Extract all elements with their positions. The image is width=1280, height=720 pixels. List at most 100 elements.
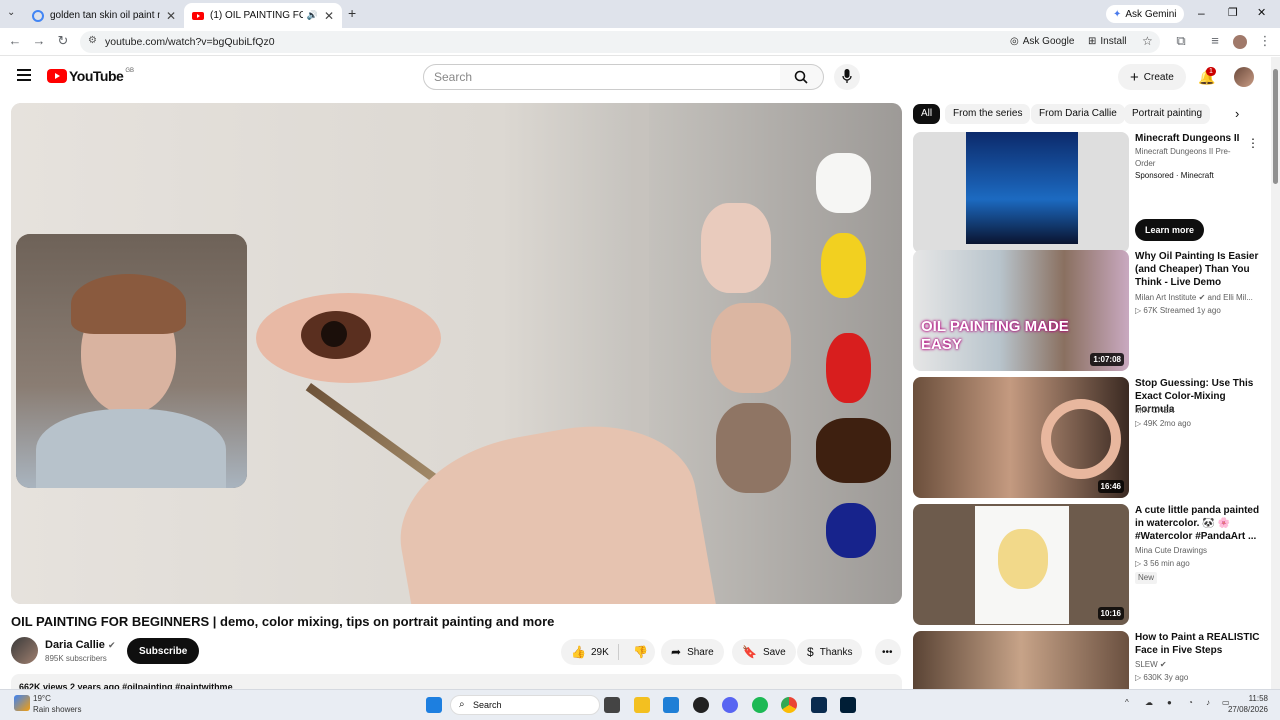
play-icon: ▷ — [1135, 559, 1142, 568]
menu-icon[interactable] — [17, 69, 31, 81]
video-stats: ▷ 3 56 min ago — [1135, 558, 1190, 570]
video-title[interactable]: Why Oil Painting Is Easier (and Cheaper)… — [1135, 250, 1260, 289]
video-thumbnail[interactable]: OIL PAINTING MADE EASY 1:07:08 — [913, 250, 1129, 371]
clock-time[interactable]: 11:58 — [1240, 694, 1268, 703]
back-icon[interactable]: ← — [6, 33, 24, 48]
chip-from-series[interactable]: From the series — [945, 104, 1031, 124]
close-tab-icon[interactable]: ✕ — [166, 9, 176, 23]
ask-gemini-button[interactable]: ✦ Ask Gemini — [1106, 5, 1184, 23]
channel-name[interactable]: Daria Callie ✔ — [45, 639, 116, 651]
maximize-icon[interactable]: ❐ — [1228, 6, 1238, 19]
search-button[interactable] — [780, 64, 824, 90]
search-input[interactable]: Search — [423, 64, 781, 90]
outlook-icon[interactable] — [663, 697, 679, 713]
task-view-icon[interactable] — [604, 697, 620, 713]
ask-google-chip[interactable]: ◎ Ask Google — [1010, 36, 1074, 47]
profile-avatar[interactable] — [1233, 35, 1247, 49]
onedrive-icon[interactable]: ☁ — [1145, 698, 1153, 707]
new-tab-button[interactable]: + — [348, 5, 356, 21]
subscribe-button[interactable]: Subscribe — [127, 638, 200, 664]
channel-avatar[interactable] — [11, 637, 38, 664]
like-button[interactable]: 👍 29K — [561, 644, 619, 660]
scrollbar-thumb[interactable] — [1273, 69, 1278, 184]
minimize-icon[interactable]: – — [1198, 6, 1205, 20]
site-info-icon[interactable]: ⚙ — [88, 35, 97, 46]
chip-from-channel[interactable]: From Daria Callie — [1031, 104, 1125, 124]
thanks-button[interactable]: $ Thanks — [797, 639, 863, 665]
install-chip[interactable]: ⊞ Install — [1088, 36, 1127, 47]
wifi-icon[interactable]: ◔ — [1188, 698, 1193, 707]
taskbar-search[interactable]: ⌕ Search — [450, 695, 600, 715]
audio-icon[interactable]: 🔊 — [307, 10, 318, 21]
like-dislike-group: 👍 29K 👎 — [561, 639, 655, 665]
paint-mix-dark — [716, 403, 791, 493]
voice-search-button[interactable] — [834, 64, 860, 90]
video-title[interactable]: A cute little panda painted in watercolo… — [1135, 504, 1260, 543]
tray-chevron-icon[interactable]: ^ — [1125, 698, 1129, 707]
chip-portrait-painting[interactable]: Portrait painting — [1124, 104, 1211, 124]
thumbnail-color-wheel — [1041, 399, 1121, 479]
extensions-icon[interactable]: ⧉ — [1172, 33, 1190, 49]
share-icon: ➦ — [671, 645, 682, 659]
tab-youtube[interactable]: (1) OIL PAINTING FOR BEGI 🔊 ✕ — [184, 3, 342, 28]
more-actions-button[interactable]: ••• — [875, 639, 901, 665]
ad-title[interactable]: Minecraft Dungeons II — [1135, 132, 1260, 145]
save-label: Save — [762, 646, 786, 658]
paint-yellow — [821, 233, 866, 298]
search-icon: ⌕ — [459, 699, 465, 710]
search-icon — [794, 70, 808, 84]
thumbnail-overlay-text: OIL PAINTING MADE EASY — [921, 318, 1069, 353]
youtube-logo-icon — [47, 69, 67, 83]
paint-red — [826, 333, 871, 403]
channel-text: Milan Art Institute — [1135, 293, 1197, 302]
learn-more-button[interactable]: Learn more — [1135, 219, 1205, 241]
verified-icon: ✔ — [1159, 660, 1167, 669]
chip-all[interactable]: All — [913, 104, 941, 124]
photoshop-icon[interactable] — [840, 697, 856, 713]
ad-thumbnail[interactable] — [913, 132, 1129, 253]
play-icon: ▷ — [1135, 673, 1142, 682]
weather-icon[interactable] — [14, 695, 30, 711]
account-avatar[interactable] — [1234, 67, 1254, 87]
lightroom-icon[interactable] — [811, 697, 827, 713]
close-window-icon[interactable]: ✕ — [1257, 6, 1266, 19]
tab-search-results[interactable]: golden tan skin oil paint mixing ✕ — [24, 3, 184, 28]
video-thumbnail[interactable]: 16:46 — [913, 377, 1129, 498]
video-thumbnail[interactable]: 10:16 — [913, 504, 1129, 625]
video-player[interactable] — [11, 103, 902, 604]
dislike-button[interactable]: 👎 — [625, 645, 648, 659]
chrome-menu-icon[interactable]: ⋮ — [1256, 33, 1274, 49]
windows-start-icon[interactable] — [426, 697, 442, 713]
create-button[interactable]: + Create — [1118, 64, 1186, 90]
spotify-icon[interactable] — [752, 697, 768, 713]
file-explorer-icon[interactable] — [634, 697, 650, 713]
share-button[interactable]: ➦ Share — [661, 639, 724, 665]
clock-date[interactable]: 27/08/2026 — [1227, 705, 1268, 714]
address-bar[interactable]: ⚙ youtube.com/watch?v=bgQubiLfQz0 ◎ Ask G… — [80, 31, 1160, 53]
more-vertical-icon[interactable]: ⋮ — [1247, 136, 1259, 150]
close-tab-icon[interactable]: ✕ — [324, 9, 334, 23]
media-control-icon[interactable]: ≡ — [1206, 33, 1224, 48]
save-button[interactable]: 🔖 Save — [732, 639, 796, 665]
app-icon[interactable] — [693, 697, 709, 713]
reload-icon[interactable]: ↻ — [54, 33, 72, 49]
volume-icon[interactable]: ♪ — [1206, 698, 1210, 707]
chips-next-icon[interactable]: › — [1235, 106, 1239, 121]
duration-badge: 16:46 — [1097, 480, 1124, 493]
youtube-logo[interactable]: YouTube GB — [47, 68, 134, 84]
duration-badge: 10:16 — [1097, 607, 1124, 620]
forward-icon[interactable]: → — [30, 33, 48, 48]
microphone-icon[interactable]: ● — [1167, 698, 1172, 707]
thumbnail-panda — [998, 529, 1048, 589]
video-title[interactable]: How to Paint a REALISTIC Face in Five St… — [1135, 631, 1260, 657]
chrome-icon[interactable] — [781, 697, 797, 713]
taskbar-search-label: Search — [473, 700, 502, 710]
discord-icon[interactable] — [722, 697, 738, 713]
bookmark-star-icon[interactable]: ☆ — [1142, 34, 1153, 48]
page-scrollbar[interactable] — [1271, 57, 1280, 689]
region-code: GB — [125, 68, 134, 74]
description-box[interactable]: 662K views 2 years ago #oilpainting #pai… — [11, 674, 902, 689]
tab-search-icon[interactable]: ⌄ — [7, 7, 15, 18]
url-text: youtube.com/watch?v=bgQubiLfQz0 — [105, 36, 275, 48]
video-thumbnail[interactable] — [913, 631, 1129, 689]
